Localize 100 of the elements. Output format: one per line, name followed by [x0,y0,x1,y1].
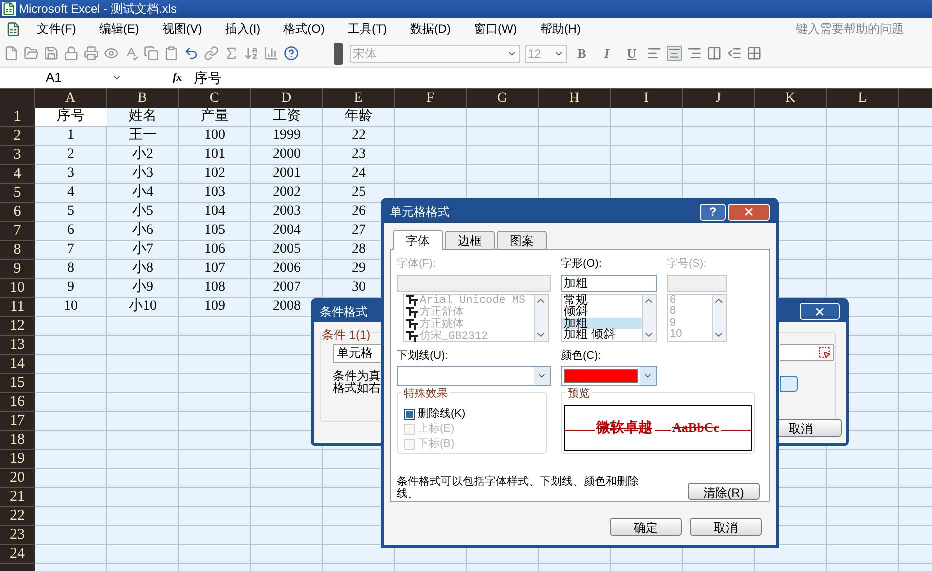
ok-button[interactable]: 确定 [610,518,682,536]
checkbox[interactable] [404,409,415,420]
style-list[interactable]: 常规 倾斜 加粗 加粗 倾斜 [561,294,657,342]
table-cell[interactable]: 9 [35,279,107,297]
table-cell[interactable]: 10 [35,298,107,316]
table-cell[interactable]: 姓名 [107,108,179,126]
borders-icon[interactable] [747,46,762,61]
table-cell[interactable]: 100 [179,127,251,145]
spell-check-icon[interactable] [124,46,139,61]
table-cell[interactable]: 3 [35,165,107,183]
help-button[interactable]: ? [700,204,726,220]
table-cell[interactable]: 8 [35,260,107,278]
function-label[interactable]: fx [173,70,182,86]
tab[interactable]: 字体 [393,230,443,250]
cancel-button[interactable]: 取消 [690,518,762,536]
table-cell[interactable]: 2001 [251,165,323,183]
table-cell[interactable]: 小3 [107,165,179,183]
format-button[interactable] [780,376,798,392]
align-center-icon[interactable] [667,46,682,61]
chart-icon[interactable] [264,46,279,61]
lock-icon[interactable] [64,46,79,61]
text-style-button[interactable]: I [597,44,617,64]
menu-item[interactable]: 窗口(W) [468,20,524,38]
table-cell[interactable]: 105 [179,222,251,240]
table-cell[interactable]: 年龄 [323,108,395,126]
open-folder-icon[interactable] [24,46,39,61]
table-cell[interactable]: 4 [35,184,107,202]
formula-content[interactable]: 序号 [194,68,222,88]
table-cell[interactable]: 23 [323,146,395,164]
font-field[interactable] [397,274,551,292]
color-dropdown[interactable] [561,366,657,386]
table-cell[interactable]: 1999 [251,127,323,145]
table-cell[interactable]: 2004 [251,222,323,240]
value-field[interactable] [780,344,834,361]
menu-item[interactable]: 视图(V) [156,20,208,38]
new-file-icon[interactable] [4,46,19,61]
table-cell[interactable]: 1 [35,127,107,145]
table-cell[interactable]: 22 [323,127,395,145]
print-preview-icon[interactable] [104,46,119,61]
table-cell[interactable]: 小2 [107,146,179,164]
table-cell[interactable]: 小10 [107,298,179,316]
align-right-icon[interactable] [687,46,702,61]
tab[interactable]: 边框 [445,231,495,249]
menu-item[interactable]: 数据(D) [404,20,457,38]
tab[interactable]: 图案 [497,231,547,249]
table-cell[interactable]: 7 [35,241,107,259]
table-cell[interactable]: 108 [179,279,251,297]
text-style-button[interactable]: B [572,44,592,64]
align-left-icon[interactable] [647,46,662,61]
style-option[interactable]: 加粗 [562,318,642,329]
toolbar-grip[interactable] [334,42,343,64]
table-cell[interactable]: 2005 [251,241,323,259]
table-cell[interactable]: 2000 [251,146,323,164]
table-cell[interactable]: 小7 [107,241,179,259]
underline-dropdown[interactable] [397,366,551,386]
table-cell[interactable]: 102 [179,165,251,183]
table-cell[interactable]: 103 [179,184,251,202]
close-button[interactable] [728,204,770,220]
table-cell[interactable]: 产量 [179,108,251,126]
help-icon[interactable] [284,46,299,61]
copy-icon[interactable] [144,46,159,61]
style-option[interactable]: 加粗 倾斜 [562,329,642,340]
menu-item[interactable]: 插入(I) [219,20,267,38]
menu-item[interactable]: 编辑(E) [93,20,146,38]
menu-item[interactable]: 格式(O) [278,20,331,38]
table-cell[interactable]: 6 [35,222,107,240]
table-cell[interactable]: 2 [35,146,107,164]
text-style-button[interactable]: U [622,44,642,64]
printer-icon[interactable] [84,46,99,61]
table-cell[interactable]: 小9 [107,279,179,297]
merge-cells-icon[interactable] [707,46,722,61]
link-icon[interactable] [204,46,219,61]
table-cell[interactable]: 107 [179,260,251,278]
table-cell[interactable]: 小4 [107,184,179,202]
table-cell[interactable]: 序号 [35,108,107,126]
menu-item[interactable]: 工具(T) [342,20,394,38]
menu-item[interactable]: 文件(F) [31,20,82,38]
table-cell[interactable]: 2007 [251,279,323,297]
table-cell[interactable]: 2006 [251,260,323,278]
sort-icon[interactable] [244,46,259,61]
table-cell[interactable]: 小5 [107,203,179,221]
table-cell[interactable]: 25 [323,184,395,202]
save-icon[interactable] [44,46,59,61]
table-cell[interactable]: 小8 [107,260,179,278]
outdent-icon[interactable] [727,46,742,61]
table-cell[interactable]: 106 [179,241,251,259]
range-select-icon[interactable] [818,346,831,359]
table-cell[interactable]: 24 [323,165,395,183]
table-cell[interactable]: 101 [179,146,251,164]
paste-icon[interactable] [164,46,179,61]
style-field[interactable]: 加粗 [561,274,657,292]
workbook-icon[interactable] [6,22,21,36]
table-cell[interactable]: 2003 [251,203,323,221]
name-box[interactable]: A1 [0,68,128,88]
table-cell[interactable]: 小6 [107,222,179,240]
menu-item[interactable]: 帮助(H) [534,20,587,38]
table-cell[interactable]: 5 [35,203,107,221]
table-cell[interactable]: 109 [179,298,251,316]
close-button[interactable] [800,303,840,320]
table-cell[interactable]: 王一 [107,127,179,145]
